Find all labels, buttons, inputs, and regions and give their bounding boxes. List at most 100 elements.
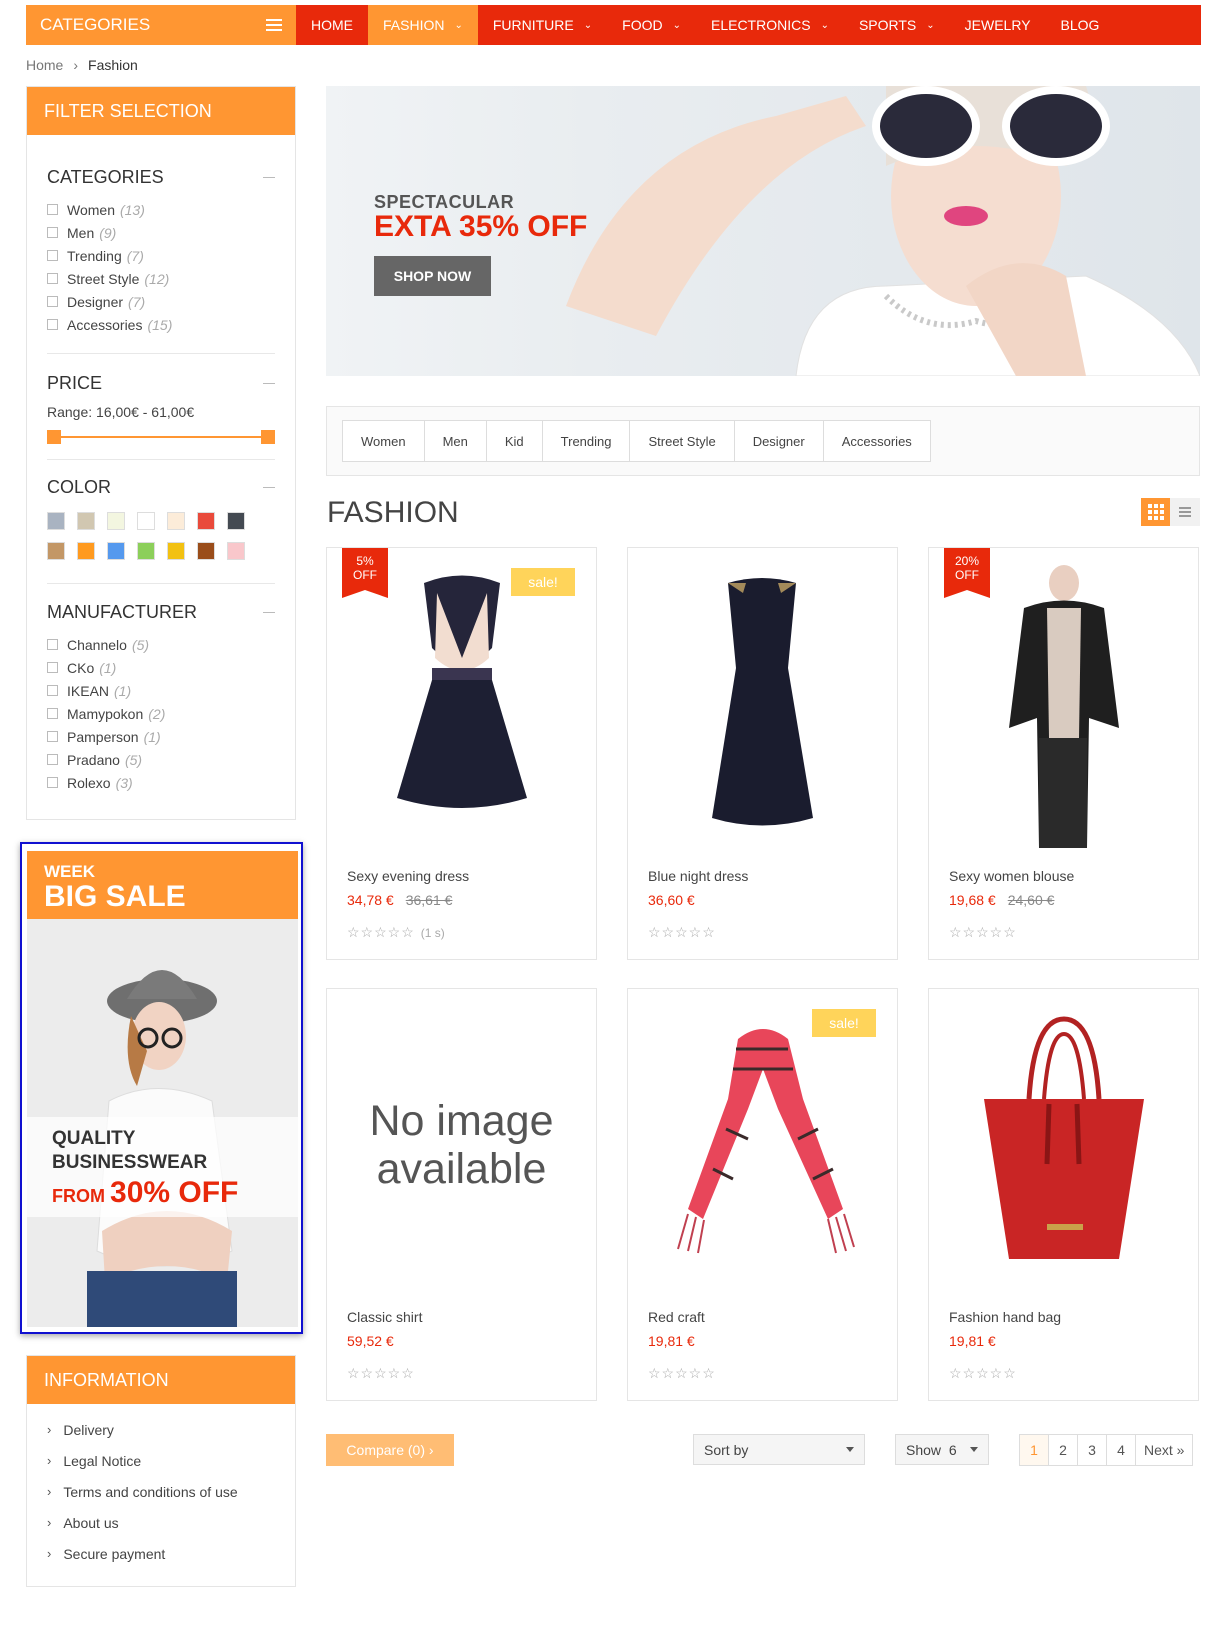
color-swatch[interactable] — [77, 542, 95, 560]
checkbox[interactable] — [47, 296, 58, 307]
product-name[interactable]: Red craft — [648, 1309, 705, 1325]
product-name[interactable]: Classic shirt — [347, 1309, 422, 1325]
info-link[interactable]: › Terms and conditions of use — [47, 1476, 295, 1507]
product-name[interactable]: Fashion hand bag — [949, 1309, 1061, 1325]
nav-item-fashion[interactable]: FASHION ⌄ — [368, 5, 478, 45]
sort-select[interactable]: Sort by — [693, 1434, 865, 1465]
checkbox[interactable] — [47, 685, 58, 696]
nav-item-electronics[interactable]: ELECTRONICS ⌄ — [696, 5, 844, 45]
info-link[interactable]: › Secure payment — [47, 1538, 295, 1569]
show-per-page-select[interactable]: Show 6 — [895, 1434, 989, 1465]
price-range-slider[interactable] — [47, 429, 275, 445]
product-name[interactable]: Blue night dress — [648, 868, 748, 884]
grid-view-icon[interactable] — [1141, 498, 1170, 526]
color-swatch[interactable] — [77, 512, 95, 530]
nav-item-food[interactable]: FOOD ⌄ — [607, 5, 696, 45]
page-4[interactable]: 4 — [1107, 1435, 1136, 1465]
subcategory-tab[interactable]: Women — [343, 421, 425, 461]
page-2[interactable]: 2 — [1049, 1435, 1078, 1465]
checkbox[interactable] — [47, 639, 58, 650]
color-swatch[interactable] — [47, 542, 65, 560]
nav-item-furniture[interactable]: FURNITURE ⌄ — [478, 5, 607, 45]
product-card[interactable]: Fashion hand bag 19,81 € ☆☆☆☆☆ — [928, 988, 1199, 1401]
filter-count: (12) — [144, 270, 170, 287]
next-page-button[interactable]: Next » — [1136, 1435, 1192, 1465]
manufacturer-item[interactable]: Pradano (5) — [47, 748, 275, 771]
manufacturer-item[interactable]: Pamperson (1) — [47, 725, 275, 748]
product-card[interactable]: 20% OFF Sexy women blouse 19,68 €24,60 € … — [928, 547, 1199, 960]
subcategory-tab[interactable]: Men — [425, 421, 487, 461]
color-swatch[interactable] — [227, 512, 245, 530]
color-swatch[interactable] — [47, 512, 65, 530]
week-sale-banner[interactable]: WEEK BIG SALE QUALITY BUSINESSWEAR FROM … — [20, 842, 303, 1334]
categories-item[interactable]: Women (13) — [47, 198, 275, 221]
product-card[interactable]: No image available Classic shirt 59,52 € … — [326, 988, 597, 1401]
checkbox[interactable] — [47, 662, 58, 673]
checkbox[interactable] — [47, 731, 58, 742]
product-name[interactable]: Sexy evening dress — [347, 868, 469, 884]
checkbox[interactable] — [47, 250, 58, 261]
subcategory-tab[interactable]: Street Style — [630, 421, 735, 461]
color-swatch[interactable] — [167, 512, 185, 530]
categories-item[interactable]: Trending (7) — [47, 244, 275, 267]
color-swatch[interactable] — [137, 512, 155, 530]
categories-item[interactable]: Street Style (12) — [47, 267, 275, 290]
collapse-icon[interactable] — [263, 383, 275, 384]
info-link[interactable]: › About us — [47, 1507, 295, 1538]
list-view-icon[interactable] — [1170, 498, 1200, 526]
shop-now-button[interactable]: SHOP NOW — [374, 256, 491, 296]
nav-item-sports[interactable]: SPORTS ⌄ — [844, 5, 950, 45]
color-swatch[interactable] — [137, 542, 155, 560]
manufacturer-item[interactable]: Mamypokon (2) — [47, 702, 275, 725]
collapse-icon[interactable] — [263, 177, 275, 178]
breadcrumb-home-link[interactable]: Home — [26, 57, 63, 73]
color-swatch[interactable] — [167, 542, 185, 560]
info-link[interactable]: › Legal Notice — [47, 1445, 295, 1476]
collapse-icon[interactable] — [263, 612, 275, 613]
checkbox[interactable] — [47, 708, 58, 719]
nav-item-home[interactable]: HOME — [296, 5, 368, 45]
checkbox[interactable] — [47, 319, 58, 330]
color-swatch[interactable] — [107, 512, 125, 530]
checkbox[interactable] — [47, 227, 58, 238]
slider-min-handle[interactable] — [47, 430, 61, 444]
categories-item[interactable]: Accessories (15) — [47, 313, 275, 336]
color-swatch[interactable] — [107, 542, 125, 560]
manufacturer-filter: MANUFACTURER Channelo (5) CKo (1) IKEAN (1) Ma… — [47, 602, 275, 794]
manufacturer-item[interactable]: CKo (1) — [47, 656, 275, 679]
manufacturer-item[interactable]: Channelo (5) — [47, 633, 275, 656]
product-name[interactable]: Sexy women blouse — [949, 868, 1074, 884]
categories-item[interactable]: Designer (7) — [47, 290, 275, 313]
nav-item-blog[interactable]: BLOG — [1046, 5, 1115, 45]
checkbox[interactable] — [47, 204, 58, 215]
color-swatch[interactable] — [227, 542, 245, 560]
manufacturer-item[interactable]: IKEAN (1) — [47, 679, 275, 702]
product-image — [712, 578, 813, 826]
page-3[interactable]: 3 — [1078, 1435, 1107, 1465]
subcategory-tab[interactable]: Trending — [543, 421, 631, 461]
checkbox[interactable] — [47, 273, 58, 284]
sale-badge: sale! — [812, 1009, 876, 1037]
subcategory-tab[interactable]: Designer — [735, 421, 824, 461]
product-card[interactable]: 5% OFF sale! Sexy evening dress 34,78 €36… — [326, 547, 597, 960]
hero-banner[interactable]: SPECTACULAR EXTA 35% OFF SHOP NOW — [326, 86, 1200, 376]
filter-count: (1) — [99, 659, 117, 676]
manufacturer-item[interactable]: Rolexo (3) — [47, 771, 275, 794]
nav-item-jewelry[interactable]: JEWELRY — [950, 5, 1046, 45]
collapse-icon[interactable] — [263, 487, 275, 488]
color-swatch[interactable] — [197, 542, 215, 560]
checkbox[interactable] — [47, 777, 58, 788]
compare-button[interactable]: Compare (0) › — [326, 1434, 454, 1466]
slider-max-handle[interactable] — [261, 430, 275, 444]
product-card[interactable]: Blue night dress 36,60 € ☆☆☆☆☆ — [627, 547, 898, 960]
color-swatch[interactable] — [197, 512, 215, 530]
checkbox[interactable] — [47, 754, 58, 765]
page-1[interactable]: 1 — [1020, 1435, 1049, 1465]
info-link[interactable]: › Delivery — [47, 1414, 295, 1445]
subcategory-tab[interactable]: Accessories — [824, 421, 930, 461]
filter-label: Accessories — [67, 316, 143, 333]
product-card[interactable]: sale! Red craft 19,81 € ☆☆☆☆☆ — [627, 988, 898, 1401]
subcategory-tab[interactable]: Kid — [487, 421, 543, 461]
categories-item[interactable]: Men (9) — [47, 221, 275, 244]
categories-menu-button[interactable]: CATEGORIES — [26, 5, 296, 45]
